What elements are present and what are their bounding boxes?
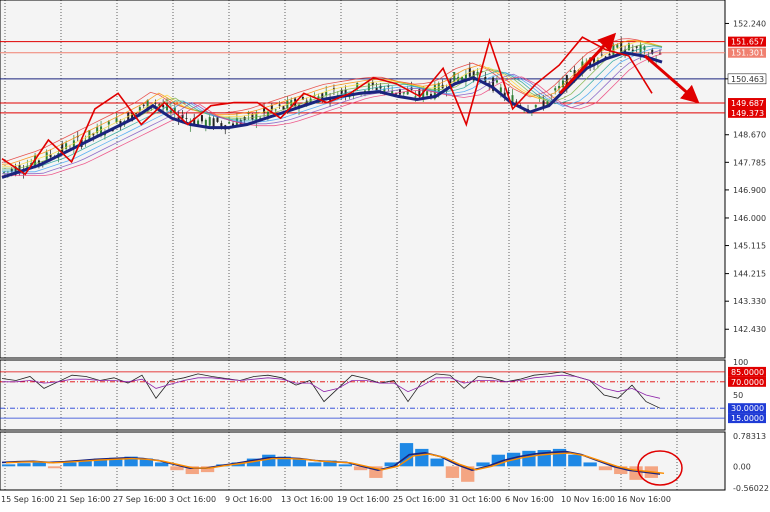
y-tick-label: 144.215: [733, 270, 766, 279]
x-tick-label: 15 Sep 16:00: [1, 495, 54, 504]
y-tick-label: 145.115: [733, 242, 766, 251]
macd-histogram-bar: [32, 462, 46, 467]
osc-level-label: 30.0000: [731, 404, 764, 413]
price-level-label: 149.687: [731, 99, 764, 108]
candle-body: [534, 104, 537, 108]
candle-body: [426, 91, 429, 96]
y-tick-label: 146.900: [733, 186, 766, 195]
osc-level-label: 70.0000: [731, 378, 764, 387]
candle-body: [278, 104, 281, 106]
x-tick-label: 9 Oct 16:00: [225, 495, 272, 504]
y-tick-label: 152.240: [733, 19, 766, 28]
candle-body: [88, 129, 91, 140]
x-tick-label: 10 Nov 16:00: [561, 495, 615, 504]
candle-body: [142, 104, 145, 106]
candle-body: [247, 113, 250, 115]
candle-body: [616, 44, 619, 48]
price-level-label: 149.373: [731, 109, 764, 118]
y-tick-label: 143.330: [733, 297, 766, 306]
candle-body: [200, 115, 203, 122]
macd-histogram-bar: [308, 462, 322, 467]
price-level-label: 151.301: [731, 49, 764, 58]
price-panel: [0, 0, 726, 359]
candle-body: [367, 83, 370, 91]
macd-histogram-bar: [47, 466, 62, 469]
macd-tick-label: 0.00: [733, 462, 751, 471]
candle-body: [274, 109, 277, 111]
x-tick-label: 21 Sep 16:00: [57, 495, 110, 504]
x-tick-label: 31 Oct 16:00: [449, 495, 501, 504]
macd-histogram-bar: [522, 450, 536, 467]
osc-level-label: 15.0000: [731, 414, 764, 423]
macd-tick-label: 0.78313: [733, 432, 766, 441]
candle-body: [554, 88, 557, 91]
y-tick-label: 142.430: [733, 325, 766, 334]
candle-body: [212, 118, 215, 128]
macd-histogram-bar: [17, 463, 31, 467]
macd-histogram-bar: [568, 454, 582, 467]
macd-histogram-bar: [2, 464, 16, 467]
candle-body: [208, 117, 211, 126]
candle-body: [515, 101, 518, 103]
x-tick-label: 19 Oct 16:00: [337, 495, 389, 504]
y-tick-label: 148.670: [733, 131, 766, 140]
candle-body: [65, 143, 68, 149]
x-tick-label: 13 Oct 16:00: [281, 495, 333, 504]
macd-histogram-bar: [598, 466, 613, 471]
candle-body: [608, 53, 611, 56]
price-level-label: 151.657: [731, 38, 764, 47]
candle-body: [569, 71, 572, 72]
macd-histogram-bar: [415, 448, 429, 467]
candle-body: [61, 143, 64, 153]
candle-body: [216, 117, 219, 122]
macd-histogram-bar: [430, 458, 444, 467]
candle-body: [154, 102, 157, 104]
candle-body: [185, 118, 188, 119]
candle-body: [107, 121, 110, 125]
candle-body: [282, 106, 285, 110]
candle-body: [453, 72, 456, 82]
candle-body: [414, 96, 417, 98]
osc-level-label: 85.0000: [731, 368, 764, 377]
x-tick-label: 27 Sep 16:00: [113, 495, 166, 504]
candle-body: [266, 111, 269, 117]
macd-histogram-bar: [629, 466, 643, 480]
macd-histogram-bar: [583, 462, 597, 467]
candle-body: [495, 80, 498, 83]
price-level-label: 150.463: [731, 75, 764, 84]
candle-body: [134, 113, 137, 115]
macd-histogram-bar: [63, 462, 77, 467]
candle-body: [600, 54, 603, 56]
candle-body: [228, 122, 231, 124]
macd-panel: [0, 431, 726, 491]
macd-histogram-bar: [338, 464, 352, 467]
trading-chart: 15 Sep 16:00 21 Sep 16:00 27 Sep 16:00 3 Oc…: [0, 0, 770, 508]
x-tick-label: 25 Oct 16:00: [393, 495, 445, 504]
chart-canvas: 15 Sep 16:00 21 Sep 16:00 27 Sep 16:00 3 Oc…: [0, 0, 770, 508]
macd-histogram-bar: [445, 466, 460, 478]
osc-tick-label: 50: [733, 391, 743, 400]
y-tick-label: 146.000: [733, 214, 766, 223]
candle-body: [546, 101, 549, 105]
candle-body: [325, 91, 328, 96]
osc-tick-label: 100: [733, 358, 748, 367]
y-tick-label: 147.785: [733, 158, 766, 167]
oscillator-panel: [0, 359, 726, 431]
x-tick-label: 3 Oct 16:00: [169, 495, 216, 504]
candle-body: [220, 123, 223, 127]
x-tick-label: 16 Nov 16:00: [617, 495, 671, 504]
macd-tick-label: -0.56022: [733, 484, 769, 493]
x-tick-label: 6 Nov 16:00: [505, 495, 554, 504]
